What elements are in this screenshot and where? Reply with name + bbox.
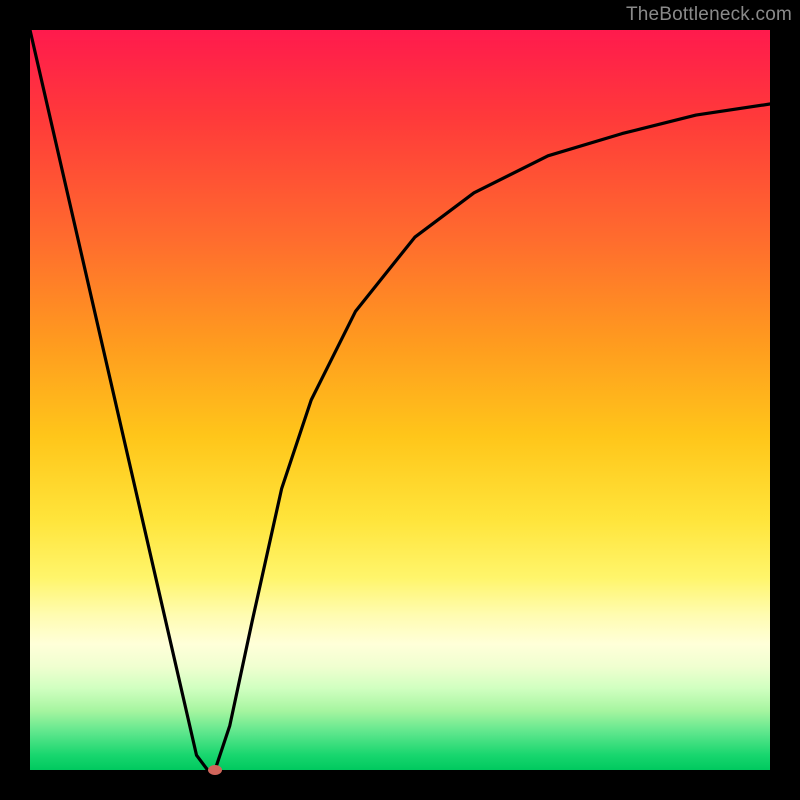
chart-frame: TheBottleneck.com [0,0,800,800]
bottleneck-curve [30,30,770,770]
plot-area [30,30,770,770]
curve-path [30,30,770,770]
min-point-marker [208,765,222,775]
watermark-text: TheBottleneck.com [626,4,792,26]
